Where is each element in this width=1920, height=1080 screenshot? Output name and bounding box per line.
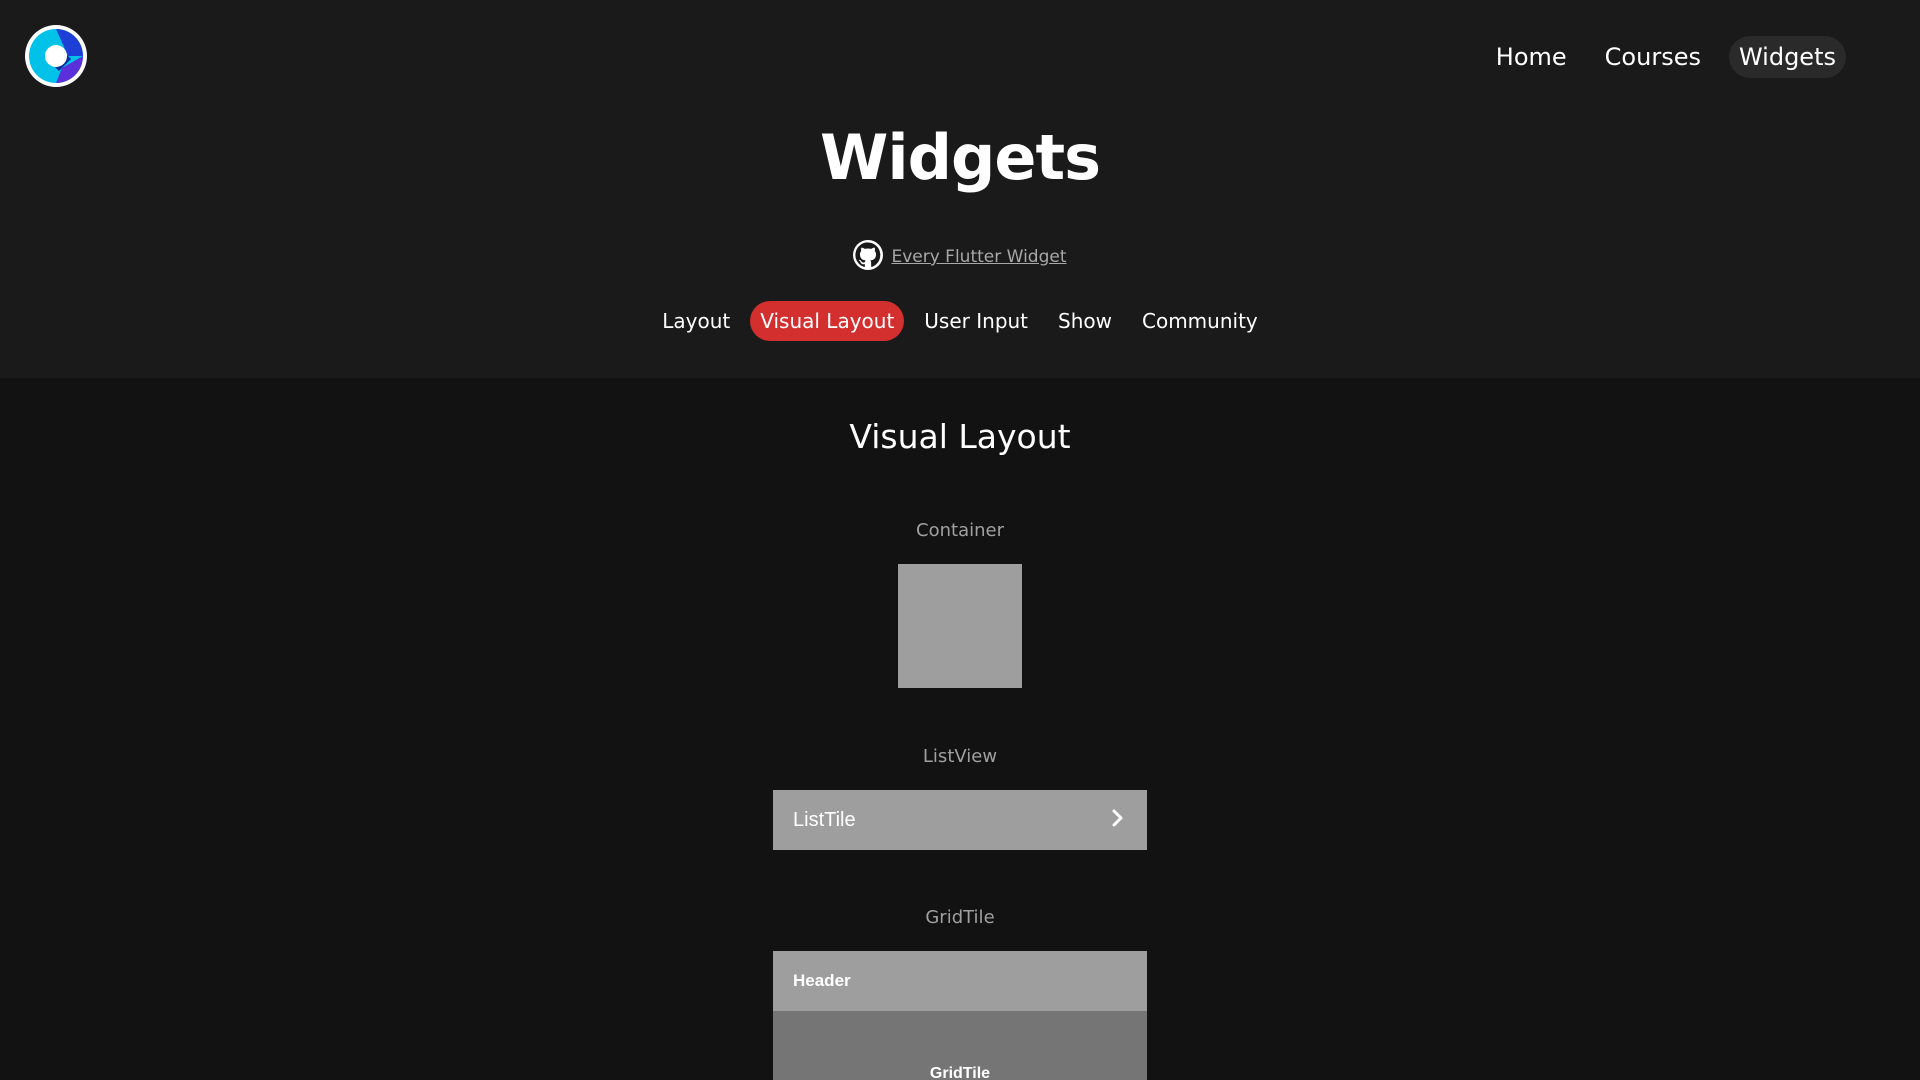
- tab-visual-layout[interactable]: Visual Layout: [750, 301, 905, 341]
- nav-courses[interactable]: Courses: [1595, 36, 1711, 78]
- repo-link[interactable]: Every Flutter Widget: [891, 247, 1066, 267]
- nav-widgets[interactable]: Widgets: [1728, 36, 1846, 78]
- list-tile[interactable]: ListTile: [773, 790, 1147, 850]
- flutter-logo-icon[interactable]: [24, 24, 88, 88]
- page-title: Widgets: [820, 121, 1101, 194]
- list-tile-title: ListTile: [793, 808, 856, 831]
- chevron-right-icon: [1111, 808, 1125, 832]
- grid-tile-body-text: GridTile: [929, 1065, 991, 1080]
- gridtile-demo-label: GridTile: [925, 907, 995, 928]
- category-tabs: Layout Visual Layout User Input Show Com…: [0, 301, 1920, 341]
- section-title: Visual Layout: [849, 417, 1071, 456]
- repo-link-row: Every Flutter Widget: [0, 240, 1920, 274]
- top-nav: Home Courses Widgets: [1486, 36, 1846, 78]
- container-demo-label: Container: [916, 520, 1004, 541]
- tab-layout[interactable]: Layout: [652, 301, 740, 341]
- github-icon[interactable]: [853, 240, 884, 274]
- tab-show[interactable]: Show: [1048, 301, 1122, 341]
- listview-demo-label: ListView: [922, 746, 998, 767]
- grid-tile-header: Header: [773, 951, 1147, 1011]
- tab-user-input[interactable]: User Input: [914, 301, 1038, 341]
- nav-home[interactable]: Home: [1486, 36, 1577, 78]
- grid-tile: Header GridTile: [773, 951, 1147, 1080]
- page-header: Home Courses Widgets Widgets Every Flutt…: [0, 0, 1920, 378]
- container-demo-box: [898, 564, 1022, 688]
- tab-community[interactable]: Community: [1132, 301, 1268, 341]
- grid-tile-header-text: Header: [793, 971, 851, 990]
